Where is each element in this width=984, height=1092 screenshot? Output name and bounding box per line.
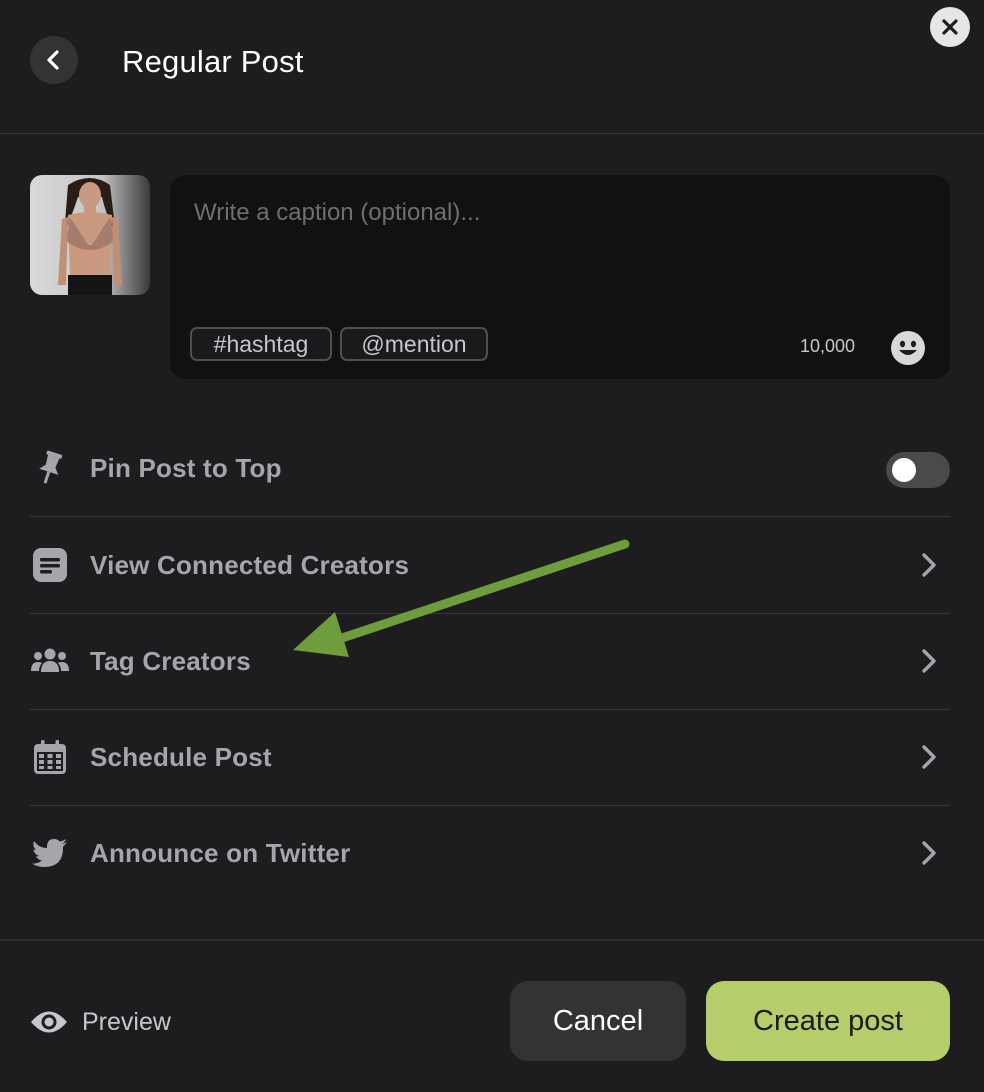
row-label: Announce on Twitter: [90, 837, 351, 868]
close-button[interactable]: [930, 7, 970, 47]
chevron-right-icon: [922, 745, 936, 769]
view-connected-creators-row[interactable]: View Connected Creators: [30, 517, 950, 614]
eye-icon: [31, 1011, 67, 1033]
article-icon: [30, 545, 70, 585]
create-post-button[interactable]: Create post: [706, 981, 950, 1061]
tag-creators-row[interactable]: Tag Creators: [30, 613, 950, 710]
back-button[interactable]: [30, 36, 78, 84]
preview-button[interactable]: Preview: [30, 1002, 171, 1042]
smiley-icon: [891, 331, 925, 365]
schedule-post-row[interactable]: Schedule Post: [30, 709, 950, 806]
post-image-thumbnail[interactable]: [30, 175, 150, 295]
emoji-button[interactable]: [890, 330, 926, 366]
chevron-right-icon: [922, 553, 936, 577]
pin-post-toggle[interactable]: [886, 452, 950, 488]
close-icon: [942, 19, 958, 35]
caption-container: #hashtag @mention 10,000: [170, 175, 950, 379]
caption-input[interactable]: [192, 197, 926, 321]
header-divider: [0, 133, 984, 134]
row-label: Schedule Post: [90, 741, 272, 772]
row-label: View Connected Creators: [90, 549, 410, 580]
page-title: Regular Post: [122, 44, 304, 79]
row-label: Tag Creators: [90, 645, 251, 676]
chevron-left-icon: [47, 50, 59, 70]
announce-twitter-row[interactable]: Announce on Twitter: [30, 805, 950, 901]
footer-divider: [0, 939, 984, 941]
chevron-right-icon: [922, 649, 936, 673]
users-icon: [30, 641, 70, 681]
thumbnail-image: [30, 175, 150, 295]
mention-chip[interactable]: @mention: [340, 327, 488, 361]
calendar-icon: [30, 737, 70, 777]
hashtag-chip[interactable]: #hashtag: [190, 327, 332, 361]
pin-post-row[interactable]: Pin Post to Top: [30, 420, 950, 517]
row-label: Pin Post to Top: [90, 452, 282, 483]
character-count: 10,000: [800, 336, 856, 356]
twitter-icon: [30, 833, 70, 873]
chevron-right-icon: [922, 841, 936, 865]
preview-label: Preview: [82, 1007, 171, 1036]
toggle-knob: [892, 458, 916, 482]
pin-icon: [30, 448, 70, 488]
cancel-button[interactable]: Cancel: [510, 981, 686, 1061]
create-post-modal: Regular Post Write a caption (optional).…: [0, 0, 984, 1092]
